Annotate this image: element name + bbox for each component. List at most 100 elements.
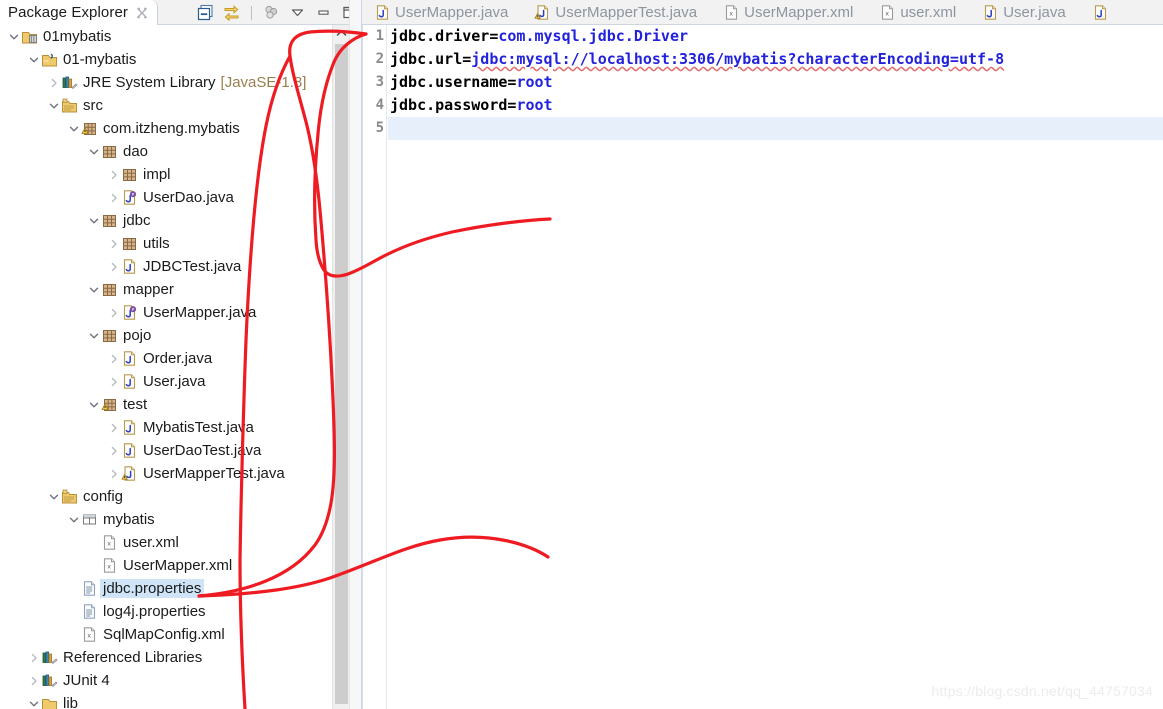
tree-item-userdao-java[interactable]: P UserDao.java [0,186,332,209]
tree-item-mapper[interactable]: mapper [0,278,332,301]
tree-item-label-wrap: pojo [123,327,151,344]
tree-item-label: 01mybatis [43,28,112,45]
tree-item-usermappertest-java[interactable]: UserMapperTest.java [0,462,332,485]
tree-item-usermapper-xml[interactable]: x UserMapper.xml [0,554,332,577]
tree-item-referenced-libraries[interactable]: Referenced Libraries [0,646,332,669]
package-warning-icon [81,120,98,137]
source-folder-icon [61,488,78,505]
chevron-right-icon[interactable] [26,646,41,669]
tree-item-label-wrap: UserMapper.xml [123,557,232,574]
panel-divider[interactable] [349,0,362,709]
tree-vertical-scrollbar[interactable] [332,25,349,709]
tree-item-user-xml[interactable]: x user.xml [0,531,332,554]
tree-item-label-wrap: dao [123,143,148,160]
tree-item-01-mybatis[interactable]: 01-mybatis [0,48,332,71]
chevron-right-icon[interactable] [106,439,121,462]
xml-file-icon: x [101,557,118,574]
code-line[interactable]: jdbc.password=root [388,94,1163,117]
xml-file-icon: x [879,4,894,20]
tree-item-impl[interactable]: impl [0,163,332,186]
chevron-down-icon[interactable] [26,692,41,709]
chevron-down-icon[interactable] [66,117,81,140]
tree-item-pojo[interactable]: pojo [0,324,332,347]
view-menu-icon[interactable] [263,4,280,21]
tree-item-jdbc[interactable]: jdbc [0,209,332,232]
chevron-down-icon[interactable] [6,25,21,48]
chevron-right-icon[interactable] [106,255,121,278]
editor-tab-user-xml[interactable]: x user.xml [867,0,971,24]
chevron-down-icon[interactable] [86,209,101,232]
editor-tab-usermapper-java[interactable]: UserMapper.java [362,0,523,24]
editor-tab-usermapper-xml[interactable]: x UserMapper.xml [711,0,868,24]
chevron-right-icon[interactable] [106,347,121,370]
toolbar-separator [251,5,252,20]
tree-item-jre-system-library[interactable]: JRE System Library [JavaSE-1.8] [0,71,332,94]
code-line[interactable]: jdbc.driver=com.mysql.jdbc.Driver [388,25,1163,48]
tree-item-src[interactable]: src [0,94,332,117]
link-with-editor-icon[interactable] [223,4,240,22]
tree-item-label-wrap: 01mybatis [43,28,111,45]
scrollbar-thumb[interactable] [335,44,348,704]
project-tree[interactable]: 01mybatis 01-mybatis JRE System Library [Ja… [0,25,332,709]
editor-tab-label: User.java [1003,3,1066,21]
close-icon[interactable] [136,7,148,19]
chevron-down-icon[interactable] [86,278,101,301]
tree-item-label: MybatisTest.java [143,419,254,436]
tree-item-userdaotest-java[interactable]: UserDaoTest.java [0,439,332,462]
tree-item-01mybatis[interactable]: 01mybatis [0,25,332,48]
chevron-down-icon[interactable] [86,393,101,416]
tree-item-test[interactable]: test [0,393,332,416]
tree-item-jdbc-properties[interactable]: jdbc.properties [0,577,332,600]
chevron-down-icon[interactable] [46,485,61,508]
chevron-right-icon[interactable] [106,462,121,485]
tree-item-mybatistest-java[interactable]: MybatisTest.java [0,416,332,439]
code-line[interactable]: jdbc.username=root [388,71,1163,94]
tree-item-com-itzheng-mybatis[interactable]: com.itzheng.mybatis [0,117,332,140]
tree-item-order-java[interactable]: Order.java [0,347,332,370]
tree-item-usermapper-java[interactable]: P UserMapper.java [0,301,332,324]
tree-item-log4j-properties[interactable]: log4j.properties [0,600,332,623]
chevron-down-icon[interactable] [289,4,306,21]
code-area[interactable]: jdbc.driver=com.mysql.jdbc.Driver jdbc.ur… [388,25,1163,709]
tree-item-label-wrap: mybatis [103,511,155,528]
chevron-right-icon[interactable] [26,669,41,692]
chevron-right-icon[interactable] [106,232,121,255]
tree-item-config[interactable]: config [0,485,332,508]
editor-tab-overflow[interactable] [1079,0,1127,24]
code-line[interactable] [388,117,1163,140]
chevron-down-icon[interactable] [86,324,101,347]
tree-item-dao[interactable]: dao [0,140,332,163]
chevron-down-icon[interactable] [26,48,41,71]
collapse-all-icon[interactable] [197,4,214,21]
chevron-down-icon[interactable] [46,94,61,117]
tree-item-lib[interactable]: lib [0,692,332,709]
chevron-right-icon[interactable] [106,370,121,393]
project-closed-icon [21,28,38,45]
chevron-up-icon[interactable] [333,25,350,42]
tree-item-user-java[interactable]: User.java [0,370,332,393]
watermark: https://blog.csdn.net/qq_44757034 [931,683,1153,699]
editor-body[interactable]: 12345 jdbc.driver=com.mysql.jdbc.Driver j… [362,25,1163,709]
tree-item-jdbctest-java[interactable]: JDBCTest.java [0,255,332,278]
editor-tab-user-java[interactable]: User.java [970,0,1080,24]
minimize-icon[interactable] [315,4,332,21]
chevron-right-icon[interactable] [106,186,121,209]
tree-item-mybatis[interactable]: mybatis [0,508,332,531]
chevron-down-icon[interactable] [86,140,101,163]
editor-tab-usermappertest-java[interactable]: UserMapperTest.java [522,0,712,24]
chevron-right-icon[interactable] [106,416,121,439]
code-line[interactable]: jdbc.url=jdbc:mysql://localhost:3306/myb… [388,48,1163,71]
java-file-icon [121,373,138,390]
tree-item-utils[interactable]: utils [0,232,332,255]
tree-item-label-wrap: UserDao.java [143,189,234,206]
tree-item-label: impl [143,166,171,183]
tree-item-label: jdbc [123,212,151,229]
chevron-right-icon[interactable] [46,71,61,94]
chevron-right-icon[interactable] [106,301,121,324]
tree-item-junit-4[interactable]: JUnit 4 [0,669,332,692]
chevron-right-icon[interactable] [106,163,121,186]
tab-package-explorer[interactable]: Package Explorer [0,0,158,25]
chevron-down-icon[interactable] [66,508,81,531]
tree-item-sqlmapconfig-xml[interactable]: x SqlMapConfig.xml [0,623,332,646]
xml-file-icon: x [723,4,738,20]
